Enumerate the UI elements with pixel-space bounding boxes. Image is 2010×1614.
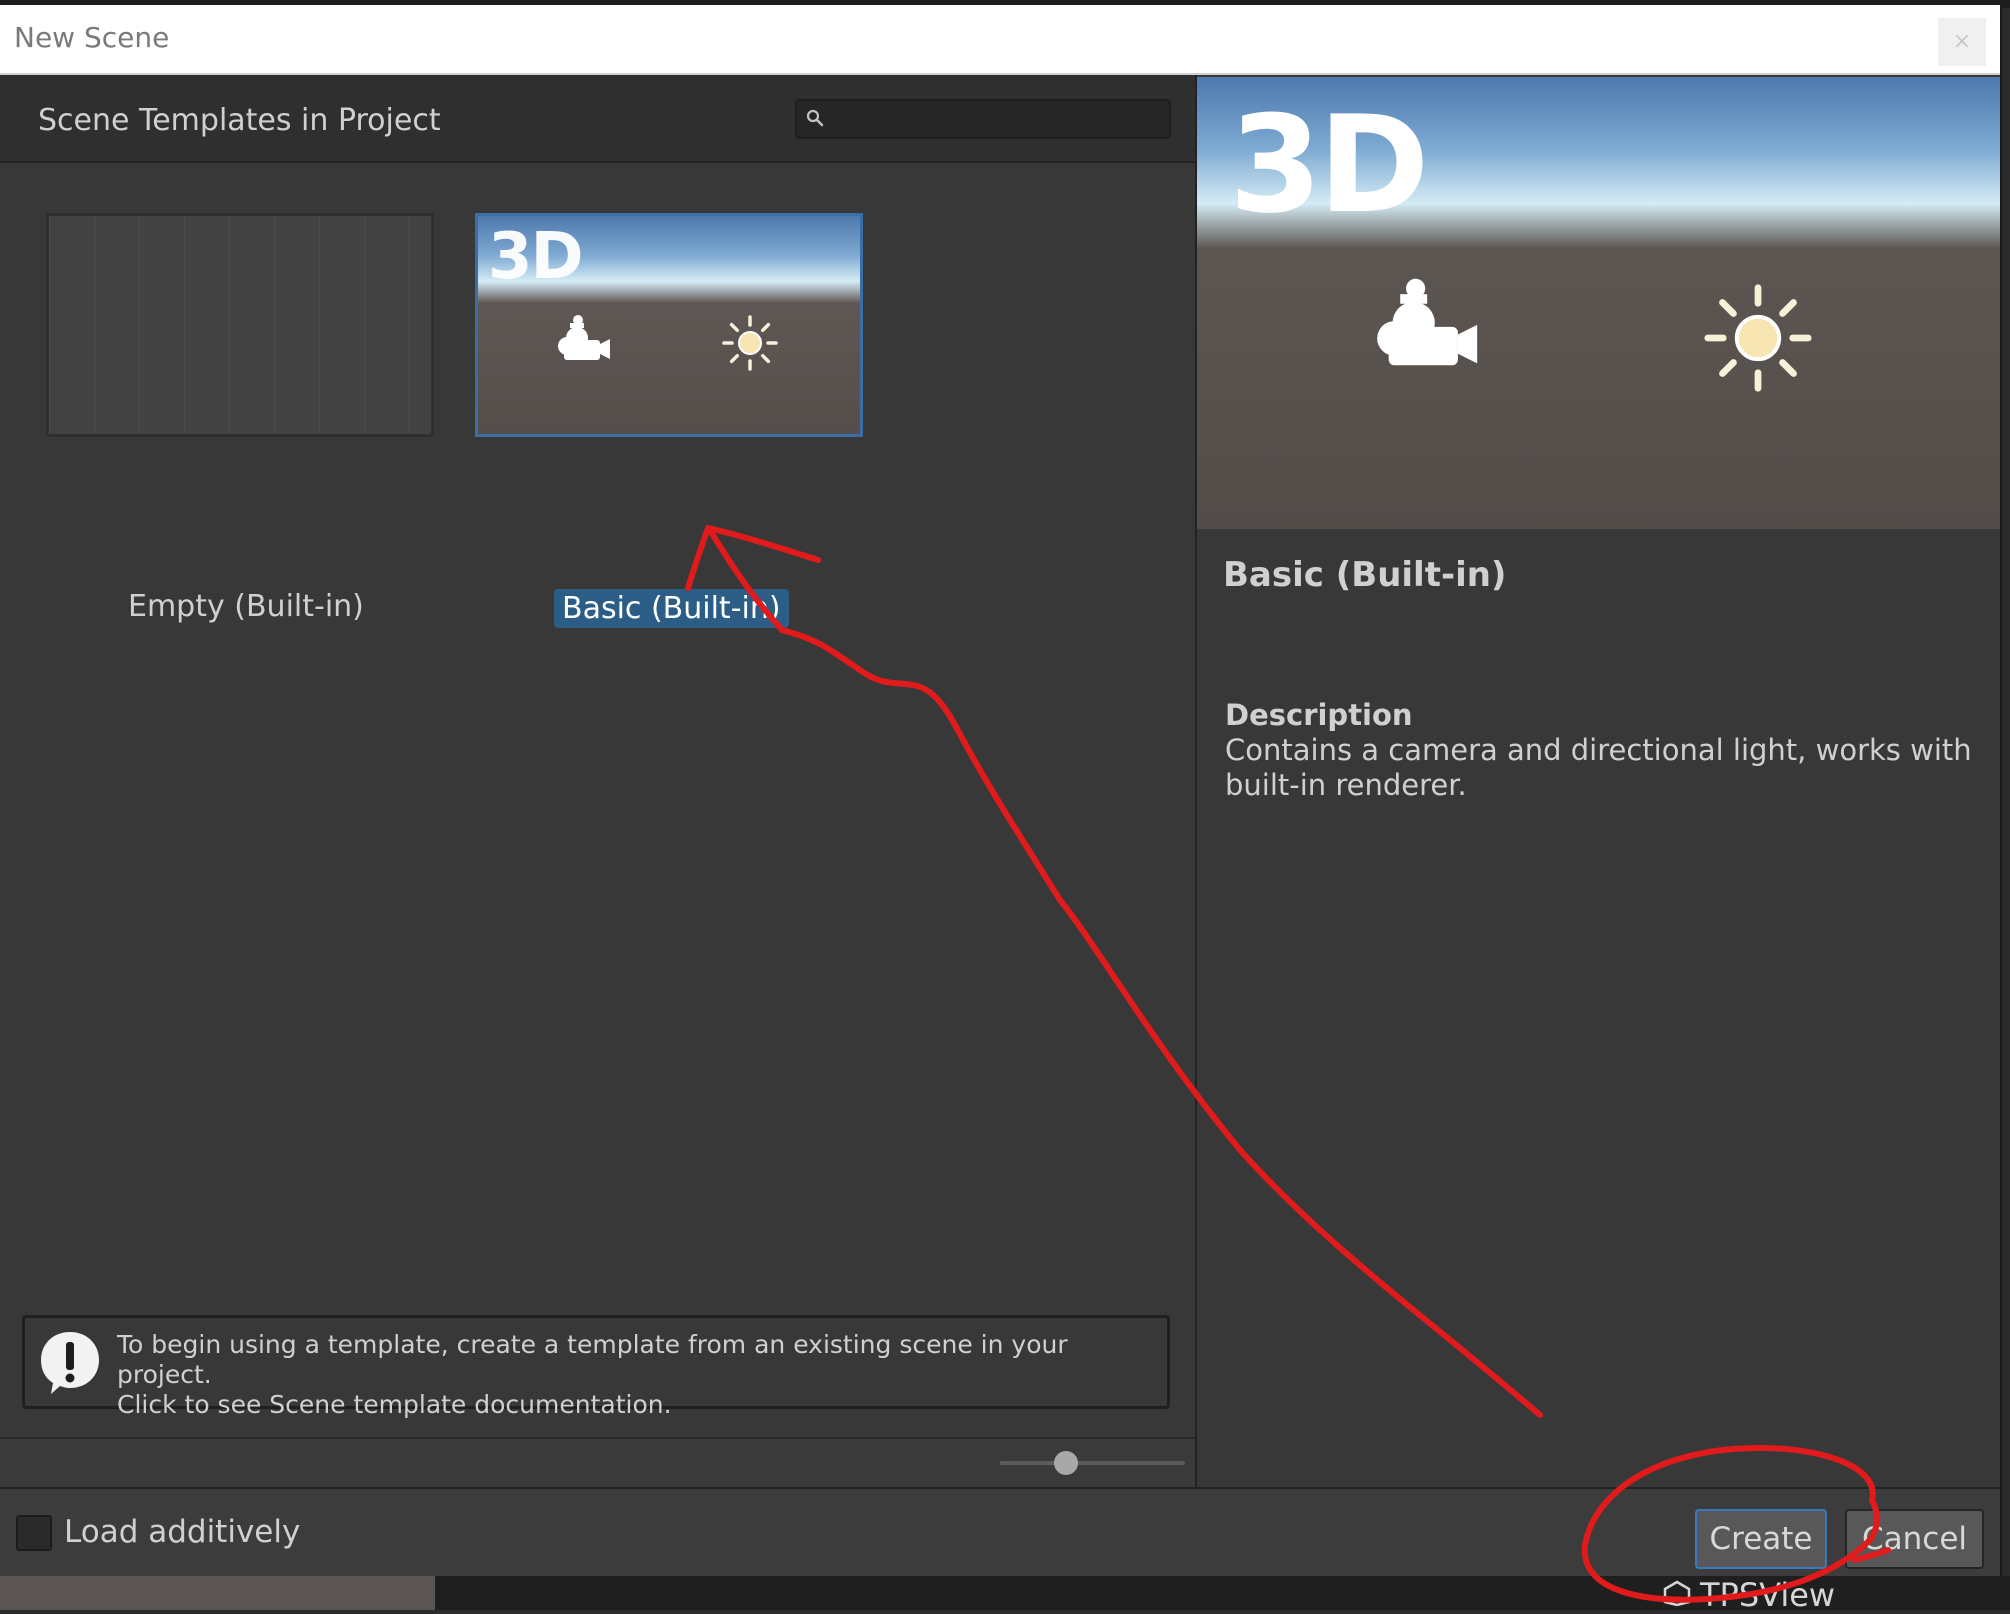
title-bar: New Scene × xyxy=(0,5,2000,75)
background-editor-strip: TPSView xyxy=(0,1576,2010,1614)
camera-icon xyxy=(558,315,610,360)
background-panel-block xyxy=(0,1576,435,1610)
thumbnail-3d-text: 3D xyxy=(488,220,584,294)
sun-icon xyxy=(722,315,778,371)
templates-heading: Scene Templates in Project xyxy=(38,103,441,138)
description-text: Contains a camera and directional light,… xyxy=(1225,733,1972,802)
search-field[interactable] xyxy=(795,99,1171,139)
help-message: To begin using a template, create a temp… xyxy=(117,1330,1167,1420)
window-title: New Scene xyxy=(14,21,170,54)
search-input[interactable] xyxy=(831,105,1161,135)
sun-icon xyxy=(1704,284,1812,392)
template-thumbnail-basic[interactable]: 3D xyxy=(475,213,863,437)
cancel-button[interactable]: Cancel xyxy=(1845,1509,1984,1569)
preview-3d-text: 3D xyxy=(1229,87,1429,243)
background-tab-label: TPSView xyxy=(1700,1576,1836,1614)
template-label-basic[interactable]: Basic (Built-in) xyxy=(554,589,789,628)
zoom-slider-track[interactable] xyxy=(1000,1461,1185,1465)
unity-icon xyxy=(1663,1580,1691,1606)
dialog-footer: Load additively Create Cancel xyxy=(0,1487,2000,1579)
template-label-empty[interactable]: Empty (Built-in) xyxy=(128,589,364,624)
load-additively-label[interactable]: Load additively xyxy=(64,1514,300,1550)
thumbnail-zoom-bar xyxy=(0,1437,1195,1489)
templates-panel: Scene Templates in Project Empty (Built-… xyxy=(0,75,1197,1489)
template-help-box[interactable]: To begin using a template, create a temp… xyxy=(22,1315,1170,1419)
templates-header: Scene Templates in Project xyxy=(0,75,1195,163)
camera-icon xyxy=(1377,278,1478,366)
template-thumbnail-empty[interactable] xyxy=(46,213,434,437)
close-icon[interactable]: × xyxy=(1938,18,1986,66)
template-title: Basic (Built-in) xyxy=(1223,555,1507,595)
template-details-panel: 3D Basic (Built-in) Description Contains… xyxy=(1197,75,2000,1487)
template-preview: 3D xyxy=(1197,77,2000,529)
load-additively-checkbox[interactable] xyxy=(16,1515,52,1551)
info-icon xyxy=(41,1332,99,1394)
search-icon xyxy=(806,109,824,127)
help-message-line-1: To begin using a template, create a temp… xyxy=(117,1330,1068,1389)
new-scene-dialog: New Scene × Scene Templates in Project E… xyxy=(0,5,2002,1579)
create-button[interactable]: Create xyxy=(1695,1509,1827,1569)
zoom-slider-thumb[interactable] xyxy=(1054,1451,1078,1475)
description-heading: Description xyxy=(1225,698,1413,732)
help-message-line-2[interactable]: Click to see Scene template documentatio… xyxy=(117,1390,1167,1420)
